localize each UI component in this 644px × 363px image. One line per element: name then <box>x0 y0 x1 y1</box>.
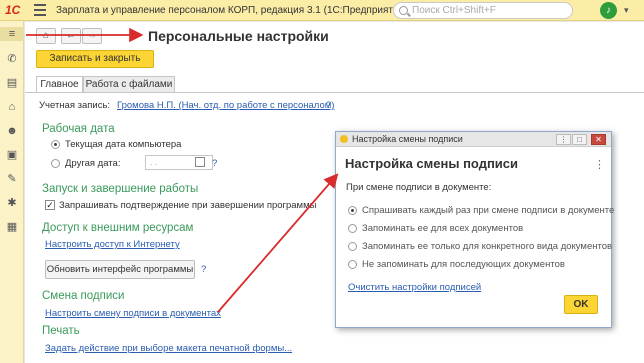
page-title: Персональные настройки <box>148 28 329 44</box>
signature-heading: Смена подписи <box>42 290 125 302</box>
notification-bell-icon[interactable]: ♪ <box>600 2 617 19</box>
title-bar: 1С Зарплата и управление персоналом КОРП… <box>0 0 644 21</box>
startup-heading: Запуск и завершение работы <box>42 183 199 195</box>
chevron-down-icon[interactable]: ▾ <box>624 5 634 15</box>
account-label: Учетная запись: <box>39 100 111 111</box>
back-arrow-icon[interactable]: ← <box>61 28 81 44</box>
gear-icon[interactable]: ✱ <box>5 196 19 210</box>
ok-button[interactable]: OK <box>564 295 598 314</box>
confirm-exit-checkbox[interactable]: ✓ <box>45 200 55 210</box>
app-logo: 1С <box>5 3 21 17</box>
clear-signatures-link[interactable]: Очистить настройки подписей <box>348 282 481 293</box>
phone-icon[interactable]: ✆ <box>5 52 19 66</box>
option-all-docs-radio[interactable] <box>348 224 357 233</box>
option-doc-type-label: Запоминать ее только для конкретного вид… <box>362 241 613 252</box>
table-icon[interactable]: ▦ <box>5 220 19 234</box>
dialog-prompt: При смене подписи в документе: <box>346 182 492 193</box>
option-ask-label: Спрашивать каждый раз при смене подписи … <box>362 205 615 216</box>
other-date-label: Другая дата: <box>65 158 121 169</box>
print-action-link[interactable]: Задать действие при выборе макета печатн… <box>45 343 292 354</box>
home-icon[interactable]: ⌂ <box>36 28 56 44</box>
document-icon[interactable]: ▤ <box>5 76 19 90</box>
users-icon[interactable]: ☻ <box>5 124 19 138</box>
wrench-icon[interactable]: ✎ <box>5 172 19 186</box>
maximize-icon[interactable]: □ <box>572 134 587 145</box>
search-icon <box>399 6 408 15</box>
option-doc-type-radio[interactable] <box>348 242 357 251</box>
help-icon[interactable]: ? <box>326 100 331 111</box>
more-icon[interactable]: ⋮ <box>556 134 571 145</box>
window-title: Зарплата и управление персоналом КОРП, р… <box>56 5 408 16</box>
sections-sidebar: ≡ ✆ ▤ ⌂ ☻ ▣ ✎ ✱ ▦ <box>0 21 24 363</box>
help-icon[interactable]: ? <box>201 264 206 275</box>
internet-access-link[interactable]: Настроить доступ к Интернету <box>45 239 180 250</box>
work-date-heading: Рабочая дата <box>42 123 115 135</box>
wallet-icon[interactable]: ▣ <box>5 148 19 162</box>
update-interface-button[interactable]: Обновить интерфейс программы <box>45 260 195 279</box>
tab-divider <box>25 92 644 93</box>
option-no-remember-radio[interactable] <box>348 260 357 269</box>
more-menu-icon[interactable]: ⋮ <box>594 158 605 171</box>
option-all-docs-label: Запоминать ее для всех документов <box>362 223 524 234</box>
help-icon[interactable]: ? <box>212 158 217 169</box>
save-and-close-button[interactable]: Записать и закрыть <box>36 50 154 68</box>
current-date-label: Текущая дата компьютера <box>65 139 182 150</box>
other-date-radio[interactable] <box>51 159 60 168</box>
close-icon[interactable]: ✕ <box>591 134 606 145</box>
option-no-remember-label: Не запоминать для последующих документов <box>362 259 565 270</box>
confirm-exit-label: Запрашивать подтверждение при завершении… <box>59 200 317 211</box>
current-date-radio[interactable] <box>51 140 60 149</box>
print-heading: Печать <box>42 325 80 337</box>
main-menu-icon[interactable] <box>34 4 46 16</box>
internet-heading: Доступ к внешним ресурсам <box>42 222 194 234</box>
option-ask-radio[interactable] <box>348 206 357 215</box>
account-link[interactable]: Громова Н.П. (Нач. отд. по работе с перс… <box>117 100 334 111</box>
forward-arrow-icon[interactable]: → <box>82 28 102 44</box>
dialog-window-title: Настройка смены подписи <box>352 134 463 144</box>
menu-icon[interactable]: ≡ <box>0 27 24 41</box>
search-placeholder: Поиск Ctrl+Shift+F <box>412 5 496 16</box>
signature-settings-dialog: Настройка смены подписи ⋮ □ ✕ Настройка … <box>335 131 615 328</box>
graduation-icon[interactable]: ⌂ <box>5 100 19 114</box>
app-icon <box>340 135 348 143</box>
tab-files[interactable]: Работа с файлами <box>83 76 175 93</box>
signature-settings-link[interactable]: Настроить смену подписи в документах <box>45 308 221 319</box>
tab-main[interactable]: Главное <box>36 76 83 93</box>
global-search-input[interactable]: Поиск Ctrl+Shift+F <box>393 2 573 19</box>
dialog-title: Настройка смены подписи <box>345 156 519 171</box>
dialog-titlebar: Настройка смены подписи ⋮ □ ✕ <box>336 132 611 147</box>
calendar-icon[interactable] <box>195 157 205 167</box>
